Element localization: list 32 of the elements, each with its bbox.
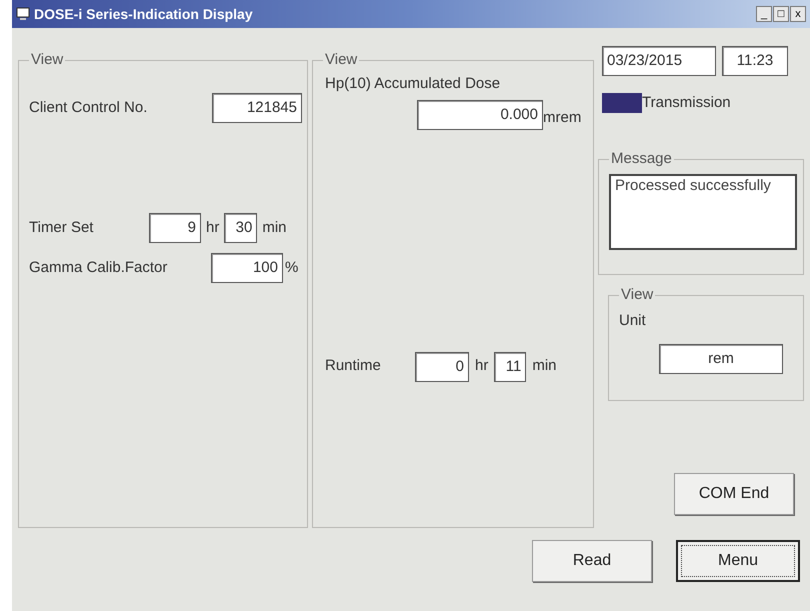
unit-label: % <box>285 258 298 278</box>
input-field[interactable]: 100 <box>211 253 283 283</box>
input-field[interactable]: 0 <box>415 352 469 382</box>
button[interactable]: Menu <box>676 540 800 582</box>
window-title: DOSE-i Series-Indication Display <box>34 4 253 24</box>
button[interactable]: COM End <box>674 472 794 514</box>
time-field[interactable]: 11:23 <box>722 46 788 76</box>
button[interactable]: Read <box>532 540 652 582</box>
unit-label: hr <box>474 356 490 376</box>
field-label: Client Control No. <box>29 98 148 118</box>
message-box: Processed successfully <box>609 174 797 250</box>
input-field[interactable]: 0.000 <box>417 100 543 130</box>
field-label: Gamma Calib.Factor <box>29 258 168 278</box>
window-control[interactable]: □ <box>773 6 789 22</box>
unit-label: mrem <box>543 108 582 128</box>
field-label: Timer Set <box>29 218 94 238</box>
indicator-label: Transmission <box>642 93 731 113</box>
field-label: Hp(10) Accumulated Dose <box>325 74 502 94</box>
input-field[interactable]: rem <box>659 344 783 374</box>
field-label: Unit <box>619 310 647 330</box>
window-icon <box>16 7 30 21</box>
input-field[interactable]: 9 <box>149 213 201 243</box>
window-control[interactable]: _ <box>756 6 772 22</box>
input-field[interactable]: 30 <box>224 213 258 243</box>
unit-label: min <box>261 218 288 238</box>
input-field[interactable]: 11 <box>494 352 526 382</box>
field-label: Runtime <box>325 356 382 376</box>
unit-label: hr <box>205 218 220 238</box>
date-field[interactable]: 03/23/2015 <box>602 46 716 76</box>
input-field[interactable]: 121845 <box>212 93 302 123</box>
unit-label: min <box>531 356 558 376</box>
window-control[interactable]: x <box>790 6 806 22</box>
